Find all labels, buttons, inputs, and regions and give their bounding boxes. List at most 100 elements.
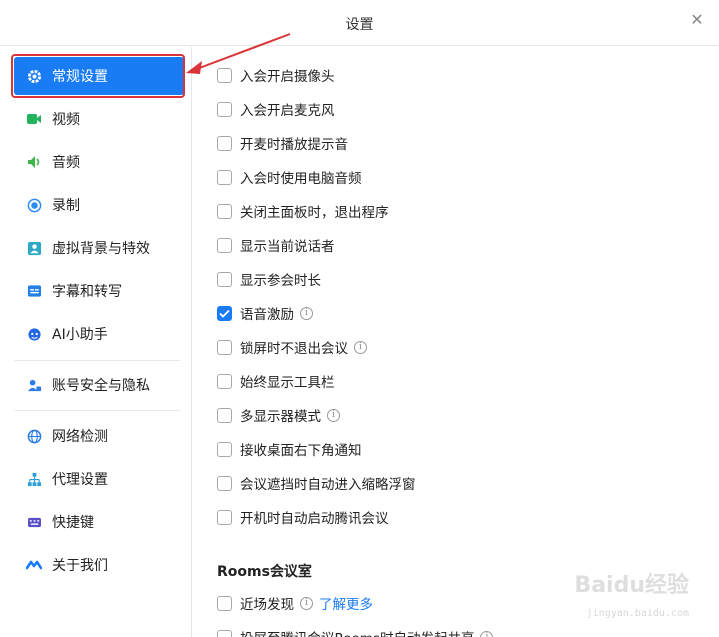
option-label: 接收桌面右下角通知 [240,443,362,459]
close-icon[interactable]: ✕ [689,12,705,28]
info-icon[interactable]: i [354,340,367,354]
learn-more-link[interactable]: 了解更多 [319,593,373,613]
option-row: 开机时自动启动腾讯会议 [217,507,389,527]
sidebar-item-label: 网络检测 [52,429,108,445]
sidebar-item-label: 账号安全与隐私 [52,378,150,394]
checkbox[interactable] [217,271,232,287]
gear-icon [26,68,42,84]
sidebar-item-general[interactable]: 常规设置 [11,54,185,98]
info-icon[interactable]: i [480,630,494,637]
option-label: 锁屏时不退出会议 [240,341,348,357]
option-row: 入会开启摄像头 [217,65,335,85]
option-row: 显示参会时长 [217,269,321,289]
rooms-section-title: Rooms会议室 [217,564,312,580]
sidebar: 常规设置 视频 音频 录制 虚拟背景与特效 字幕和转写 AI小助手 账号安全与隐… [0,47,192,637]
watermark-logo: Baidu经验 [574,573,689,598]
sidebar-item-virtual-background[interactable]: 虚拟背景与特效 [14,229,184,267]
sidebar-item-account-security[interactable]: 账号安全与隐私 [14,366,184,404]
checkbox[interactable] [217,135,232,151]
title-bar: 设置 ✕ [0,0,719,46]
sidebar-item-label: 关于我们 [52,558,108,574]
info-icon[interactable]: i [327,408,340,422]
checkbox[interactable] [217,629,232,637]
sidebar-item-network-check[interactable]: 网络检测 [14,417,184,455]
speaker-icon [26,154,42,170]
sidebar-item-label: 常规设置 [52,69,108,85]
check-icon [219,309,230,318]
checkbox[interactable] [217,595,232,611]
record-icon [26,197,42,213]
option-row: 显示当前说话者 [217,235,335,255]
option-label: 投屏至腾讯会议Rooms时自动发起共享 [240,627,474,637]
checkbox[interactable] [217,441,232,457]
info-icon[interactable]: i [300,596,313,610]
option-row: 多显示器模式 i [217,405,340,425]
option-row: 入会时使用电脑音频 [217,167,362,187]
option-row: 始终显示工具栏 [217,371,335,391]
sidebar-item-shortcuts[interactable]: 快捷键 [14,503,184,541]
option-label: 开麦时播放提示音 [240,137,348,153]
sidebar-item-label: 录制 [52,198,80,214]
option-row: 投屏至腾讯会议Rooms时自动发起共享 i [217,627,494,637]
portrait-icon [26,240,42,256]
checkbox[interactable] [217,339,232,355]
checkbox[interactable] [217,67,232,83]
video-icon [26,111,42,127]
logo-icon [26,557,42,573]
sidebar-item-record[interactable]: 录制 [14,186,184,224]
sidebar-item-label: 音频 [52,155,80,171]
sidebar-item-audio[interactable]: 音频 [14,143,184,181]
sidebar-item-about[interactable]: 关于我们 [14,546,184,584]
option-label: 始终显示工具栏 [240,375,335,391]
option-row: 近场发现 i 了解更多 [217,593,373,613]
option-label: 近场发现 [240,597,294,613]
settings-panel: 入会开启摄像头 入会开启麦克风 开麦时播放提示音 入会时使用电脑音频 关闭主面板… [193,47,719,637]
option-label: 会议遮挡时自动进入缩略浮窗 [240,477,416,493]
option-row: 语音激励 i [217,303,313,323]
user-lock-icon [26,377,42,393]
checkbox[interactable] [217,101,232,117]
caption-icon [26,283,42,299]
option-label: 入会开启麦克风 [240,103,335,119]
option-row: 开麦时播放提示音 [217,133,348,153]
option-row: 会议遮挡时自动进入缩略浮窗 [217,473,416,493]
sidebar-item-proxy-settings[interactable]: 代理设置 [14,460,184,498]
sidebar-item-label: 字幕和转写 [52,284,122,300]
checkbox[interactable] [217,373,232,389]
option-label: 入会时使用电脑音频 [240,171,362,187]
checkbox-checked[interactable] [217,305,232,321]
checkbox[interactable] [217,237,232,253]
sidebar-item-label: 快捷键 [52,515,94,531]
option-row: 入会开启麦克风 [217,99,335,119]
sidebar-item-label: AI小助手 [52,327,108,343]
option-label: 多显示器模式 [240,409,321,425]
globe-icon [26,428,42,444]
info-icon[interactable]: i [300,306,313,320]
sidebar-item-ai-assistant[interactable]: AI小助手 [14,315,184,353]
option-label: 语音激励 [240,307,294,323]
sidebar-divider [14,410,180,411]
robot-icon [26,326,42,342]
option-label: 显示参会时长 [240,273,321,289]
option-label: 显示当前说话者 [240,239,335,255]
window-title: 设置 [345,17,374,33]
option-label: 入会开启摄像头 [240,69,335,85]
sidebar-item-label: 代理设置 [52,472,108,488]
option-label: 关闭主面板时，退出程序 [240,205,389,221]
checkbox[interactable] [217,203,232,219]
checkbox[interactable] [217,509,232,525]
sidebar-item-captions[interactable]: 字幕和转写 [14,272,184,310]
checkbox[interactable] [217,169,232,185]
network-icon [26,471,42,487]
option-label: 开机时自动启动腾讯会议 [240,511,389,527]
sidebar-item-video[interactable]: 视频 [14,100,184,138]
keyboard-icon [26,514,42,530]
sidebar-item-label: 虚拟背景与特效 [52,241,150,257]
option-row: 接收桌面右下角通知 [217,439,362,459]
option-row: 锁屏时不退出会议 i [217,337,367,357]
sidebar-divider [14,360,180,361]
watermark-url: jingyan.baidu.com [586,608,689,619]
sidebar-item-label: 视频 [52,112,80,128]
checkbox[interactable] [217,407,232,423]
checkbox[interactable] [217,475,232,491]
